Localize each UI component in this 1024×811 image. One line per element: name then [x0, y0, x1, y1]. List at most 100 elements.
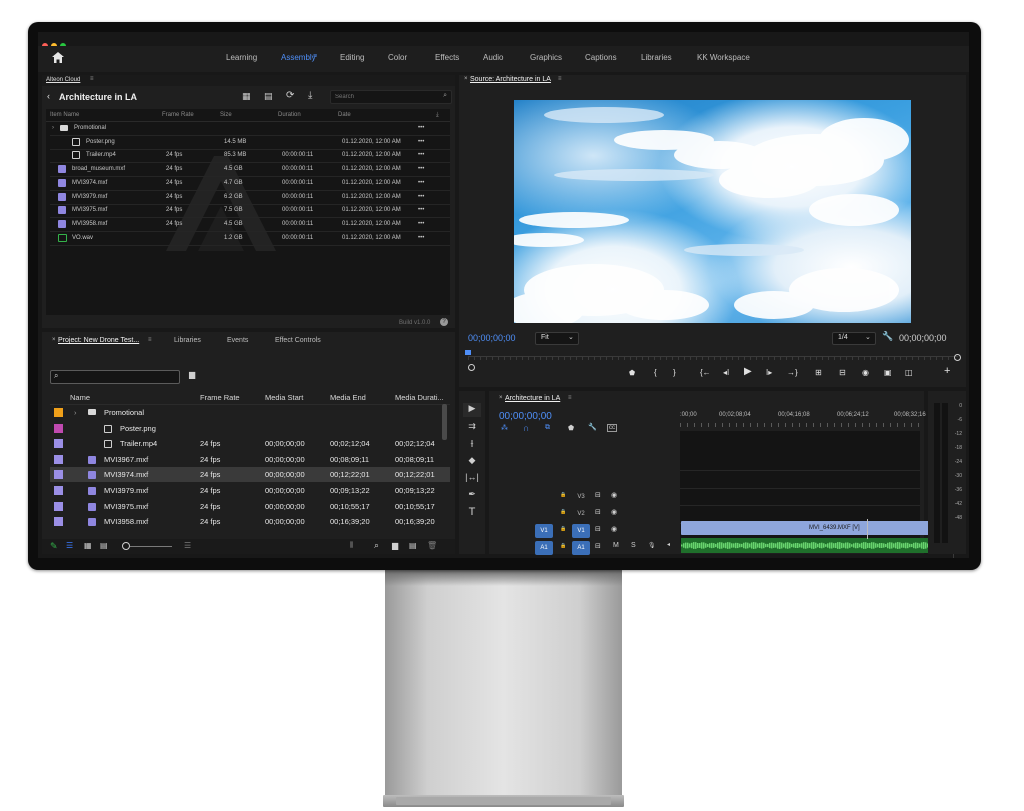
- mark-out-icon[interactable]: }: [673, 368, 676, 377]
- home-icon[interactable]: [52, 52, 64, 63]
- sort-icon[interactable]: ☰: [184, 541, 191, 550]
- find-icon[interactable]: ⌕: [374, 540, 379, 551]
- video-preview[interactable]: [514, 100, 911, 323]
- label-color-swatch[interactable]: [54, 501, 63, 511]
- cloud-list-row[interactable]: VO.wav 1.2 GB 00:00:00:11 01.12.2020, 12:00…: [50, 232, 450, 246]
- pcol-media-start[interactable]: Media Start: [265, 393, 303, 402]
- insert-icon[interactable]: ⊞: [815, 368, 822, 377]
- video-clip[interactable]: MVI_6439.MXF [V]: [681, 521, 951, 535]
- sync-lock-icon[interactable]: ⊟: [595, 525, 601, 533]
- lock-icon[interactable]: 🔒: [560, 526, 566, 532]
- label-color-swatch[interactable]: [54, 486, 63, 495]
- label-color-swatch[interactable]: [54, 517, 63, 527]
- overwrite-icon[interactable]: ⊟: [839, 368, 846, 377]
- cloud-list-row[interactable]: MVI3958.mxf 24 fps 4.5 GB 00:00:00:11 01.12.…: [50, 218, 450, 232]
- source-playhead[interactable]: [465, 350, 471, 355]
- more-options-icon[interactable]: •••: [418, 207, 424, 213]
- cloud-panel-title[interactable]: Alteon Cloud: [46, 77, 80, 83]
- col-duration[interactable]: Duration: [278, 112, 301, 118]
- source-close-icon[interactable]: ×: [464, 76, 468, 82]
- col-size[interactable]: Size: [220, 112, 232, 118]
- source-scrub-bar[interactable]: [465, 350, 961, 361]
- marker-icon[interactable]: ⬟: [629, 369, 635, 377]
- pcol-name[interactable]: Name: [70, 393, 90, 402]
- project-list-row[interactable]: MVI3979.mxf 24 fps 00;00;00;00 00;09;13;22 0…: [50, 483, 450, 498]
- tab-color[interactable]: Color: [388, 53, 407, 62]
- pcol-media-end[interactable]: Media End: [330, 393, 366, 402]
- cloud-list-row[interactable]: MVI3974.mxf 24 fps 4.7 GB 00:00:00:11 01.12.…: [50, 177, 450, 191]
- tab-effect-controls[interactable]: Effect Controls: [275, 337, 321, 344]
- bin-folder-icon[interactable]: ▆: [189, 370, 195, 379]
- automate-icon[interactable]: ⫼: [350, 542, 353, 550]
- more-options-icon[interactable]: •••: [418, 125, 424, 131]
- new-folder-icon[interactable]: ▦: [242, 91, 251, 102]
- new-item-icon[interactable]: ▤: [264, 91, 273, 102]
- sync-lock-icon[interactable]: ⊟: [595, 508, 601, 516]
- mute-button[interactable]: M: [613, 542, 619, 549]
- project-menu-icon[interactable]: ≡: [148, 337, 152, 343]
- play-icon[interactable]: ▶: [744, 366, 752, 377]
- cloud-list-row[interactable]: Poster.png 14.5 MB 01.12.2020, 12:00 AM •••: [50, 136, 450, 150]
- wrench-icon[interactable]: 🔧: [882, 331, 893, 342]
- lock-icon[interactable]: 🔒: [560, 492, 566, 498]
- add-marker-icon[interactable]: ⬟: [568, 424, 574, 432]
- panel-menu-icon[interactable]: ≡: [90, 76, 94, 82]
- source-menu-icon[interactable]: ≡: [558, 76, 562, 82]
- tab-learning[interactable]: Learning: [226, 53, 257, 62]
- track-name-v3[interactable]: V3: [572, 490, 590, 504]
- project-list-row[interactable]: MVI3967.mxf 24 fps 00;00;00;00 00;08;09;11 0…: [50, 452, 450, 467]
- timeline-title[interactable]: Architecture in LA: [505, 395, 560, 402]
- timeline-menu-icon[interactable]: ≡: [568, 395, 572, 401]
- export-frame-icon[interactable]: ▣: [884, 368, 892, 377]
- zoom-handle-left[interactable]: [468, 364, 475, 371]
- new-item-icon-bottom[interactable]: ▤: [409, 541, 417, 550]
- new-bin-icon[interactable]: ▆: [392, 541, 398, 550]
- project-list-row[interactable]: Poster.png: [50, 421, 450, 436]
- tab-graphics[interactable]: Graphics: [530, 53, 562, 62]
- pencil-icon[interactable]: ✎: [50, 541, 58, 552]
- expand-chevron-icon[interactable]: ›: [52, 125, 54, 131]
- microphone-icon[interactable]: 🎙: [648, 542, 656, 549]
- fit-dropdown[interactable]: Fit ⌄: [535, 332, 579, 345]
- step-forward-icon[interactable]: I▸: [766, 368, 772, 377]
- lock-icon[interactable]: 🔒: [560, 509, 566, 515]
- razor-tool-icon[interactable]: ◆: [463, 455, 481, 469]
- label-color-swatch[interactable]: [54, 470, 63, 480]
- ripple-edit-tool-icon[interactable]: ⫲: [463, 438, 481, 452]
- linked-selection-icon[interactable]: ⧉: [545, 424, 550, 432]
- icon-view-icon[interactable]: ▦: [84, 541, 92, 550]
- tab-assembly[interactable]: Assembly: [281, 53, 316, 62]
- tab-events[interactable]: Events: [227, 337, 248, 344]
- track-name-v2[interactable]: V2: [572, 507, 590, 521]
- cloud-list-row[interactable]: MVI3975.mxf 24 fps 7.5 GB 00:00:00:11 01.12.…: [50, 204, 450, 219]
- pcol-media-duration[interactable]: Media Durati...: [395, 393, 444, 402]
- more-options-icon[interactable]: •••: [418, 152, 424, 158]
- sync-lock-icon[interactable]: ⊟: [595, 542, 601, 550]
- project-search-input[interactable]: ⌕: [50, 370, 180, 384]
- solo-button[interactable]: S: [631, 542, 636, 549]
- audio-clip[interactable]: [681, 538, 951, 553]
- cloud-list-row[interactable]: MVI3979.mxf 24 fps 6.2 GB 00:00:00:11 01.12.…: [50, 191, 450, 205]
- more-options-icon[interactable]: •••: [418, 180, 424, 186]
- back-chevron-icon[interactable]: ‹: [47, 91, 50, 101]
- expand-chevron-icon[interactable]: ›: [74, 408, 77, 417]
- track-name-a1[interactable]: A1: [572, 541, 590, 555]
- timeline-timecode[interactable]: 00;00;00;00: [499, 411, 552, 422]
- tab-editing[interactable]: Editing: [340, 53, 364, 62]
- camera-icon[interactable]: ◉: [862, 368, 869, 377]
- freeform-view-icon[interactable]: ▤: [100, 541, 108, 550]
- download-icon[interactable]: ⤓: [308, 90, 312, 101]
- timeline-wrench-icon[interactable]: 🔧: [588, 423, 597, 431]
- close-x-icon[interactable]: ×: [52, 337, 56, 343]
- captions-icon[interactable]: cc: [607, 424, 617, 432]
- search-input[interactable]: [335, 92, 425, 101]
- project-list-row[interactable]: MVI3958.mxf 24 fps 00;00;00;00 00;16;39;20 0…: [50, 514, 450, 529]
- tab-project[interactable]: Project: New Drone Test...: [58, 337, 139, 344]
- resolution-dropdown[interactable]: 1/4 ⌄: [832, 332, 876, 345]
- pen-tool-icon[interactable]: ✒: [463, 489, 481, 503]
- zoom-slider-track[interactable]: [130, 546, 172, 547]
- more-options-icon[interactable]: •••: [418, 139, 424, 145]
- zoom-slider-handle[interactable]: [122, 542, 130, 550]
- list-view-icon[interactable]: ☰: [66, 541, 73, 550]
- eye-icon[interactable]: ◉: [611, 525, 617, 533]
